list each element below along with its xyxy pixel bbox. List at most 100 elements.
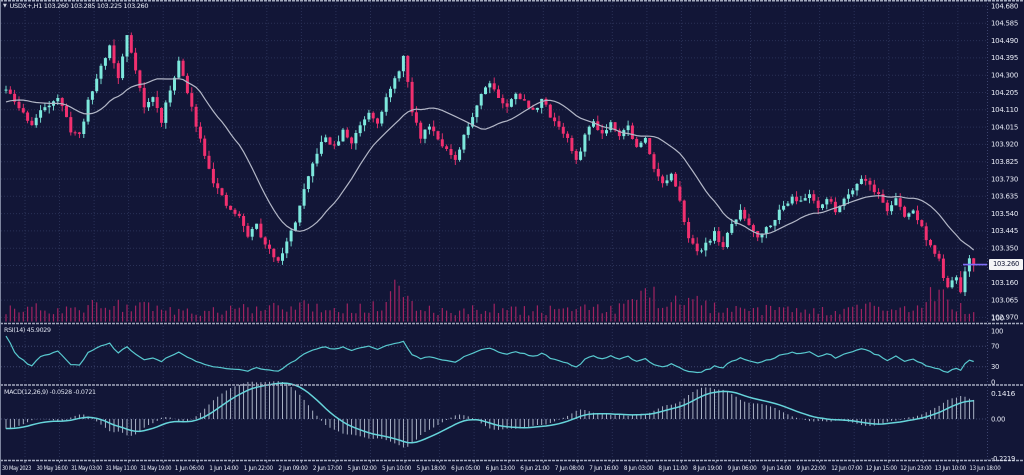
macd-indicator-label: MACD(12,26,9) -0.0528 -0.0721 [4, 389, 96, 396]
candle-body [605, 130, 608, 133]
volume-bar [455, 315, 456, 321]
chart-title: ▼ USDX+,H1 103.260 103.285 103.225 103.2… [3, 2, 148, 10]
candle-body [938, 254, 941, 259]
volume-bar [100, 308, 101, 321]
volume-bar [787, 307, 788, 322]
candle-body [164, 103, 167, 123]
candle-body [644, 138, 647, 143]
candle-body [346, 130, 349, 138]
volume-bar [550, 306, 551, 322]
volume-bar [377, 311, 378, 321]
candle-body [216, 183, 219, 188]
chart-window: 104.680104.585104.490104.395104.300104.2… [0, 0, 1024, 475]
volume-bar [170, 307, 171, 321]
volume-bar [446, 311, 447, 322]
volume-bar [826, 315, 827, 321]
volume-bar [783, 307, 784, 321]
candle-body [333, 144, 336, 145]
candle-body [307, 176, 310, 189]
volume-bar [278, 305, 279, 321]
volume-bar [390, 291, 391, 321]
candle-body [523, 99, 526, 101]
candle-body [411, 82, 414, 112]
candle-body [808, 194, 811, 198]
volume-bar [44, 311, 45, 322]
candle-body [450, 149, 453, 155]
volume-bar [761, 315, 762, 322]
volume-bar [191, 314, 192, 322]
candle-body [696, 244, 699, 252]
volume-bar [679, 305, 680, 322]
volume-bar [766, 305, 767, 322]
candle-body [18, 102, 21, 108]
candle-body [462, 135, 465, 150]
candle-body [195, 107, 198, 127]
volume-bar [727, 308, 728, 322]
volume-bar [126, 305, 127, 322]
volume-bar [412, 301, 413, 322]
volume-bar [364, 313, 365, 322]
volume-bar [602, 313, 603, 321]
candle-body [726, 233, 729, 247]
candle-body [475, 106, 478, 118]
candle-body [277, 257, 280, 261]
candle-body [527, 101, 530, 108]
volume-bar [658, 308, 659, 321]
candle-body [748, 219, 751, 226]
volume-bar [813, 308, 814, 321]
candle-body [376, 118, 379, 123]
candle-body [238, 214, 241, 216]
volume-bar [31, 307, 32, 322]
volume-bar [373, 301, 374, 321]
volume-bar [351, 313, 352, 322]
candle-body [778, 210, 781, 220]
volume-bar [597, 304, 598, 321]
candle-body [285, 242, 288, 254]
volume-bar [40, 310, 41, 321]
price-tick-label: 104.205 [991, 89, 1018, 97]
time-tick-label: 6 Jun 21:00 [520, 465, 549, 472]
volume-bar [14, 309, 15, 322]
candle-body [774, 220, 777, 226]
volume-bar [796, 308, 797, 321]
candle-body [294, 223, 297, 231]
candle-body [791, 197, 794, 204]
candle-body [795, 197, 798, 202]
volume-bar [399, 286, 400, 322]
volume-bar [308, 304, 309, 322]
candle-body [272, 249, 275, 257]
volume-bar [144, 302, 145, 322]
chart-dropdown-icon[interactable]: ▼ [3, 4, 7, 9]
candle-body [804, 198, 807, 201]
price-tick-label: 104.490 [991, 37, 1018, 45]
candle-body [372, 113, 375, 119]
candle-body [424, 130, 427, 139]
chart-canvas[interactable]: 104.680104.585104.490104.395104.300104.2… [0, 0, 1024, 475]
candle-body [225, 195, 228, 206]
volume-bar [109, 310, 110, 322]
volume-bar [675, 296, 676, 322]
volume-bar [515, 307, 516, 322]
candle-body [234, 210, 237, 214]
price-tick-label: 103.350 [991, 245, 1018, 253]
volume-bar [610, 306, 611, 322]
volume-bar [800, 313, 801, 322]
volume-bar [520, 315, 521, 322]
candle-body [484, 87, 487, 94]
time-tick-label: 5 Jun 10:00 [382, 465, 411, 472]
candle-body [687, 222, 690, 238]
current-price-tag: 103.260 [989, 259, 1023, 270]
volume-bar [818, 314, 819, 322]
candle-body [583, 135, 586, 152]
price-tick-label: 103.065 [991, 296, 1018, 304]
candle-body [264, 237, 267, 244]
candle-body [821, 204, 824, 208]
volume-bar [139, 302, 140, 321]
time-tick-label: 2 Jun 09:00 [278, 465, 307, 472]
candle-body [324, 137, 327, 142]
candle-body [311, 164, 314, 177]
volume-bar [386, 302, 387, 322]
candle-body [549, 105, 552, 118]
volume-bar [710, 313, 711, 321]
candle-body [65, 106, 68, 117]
